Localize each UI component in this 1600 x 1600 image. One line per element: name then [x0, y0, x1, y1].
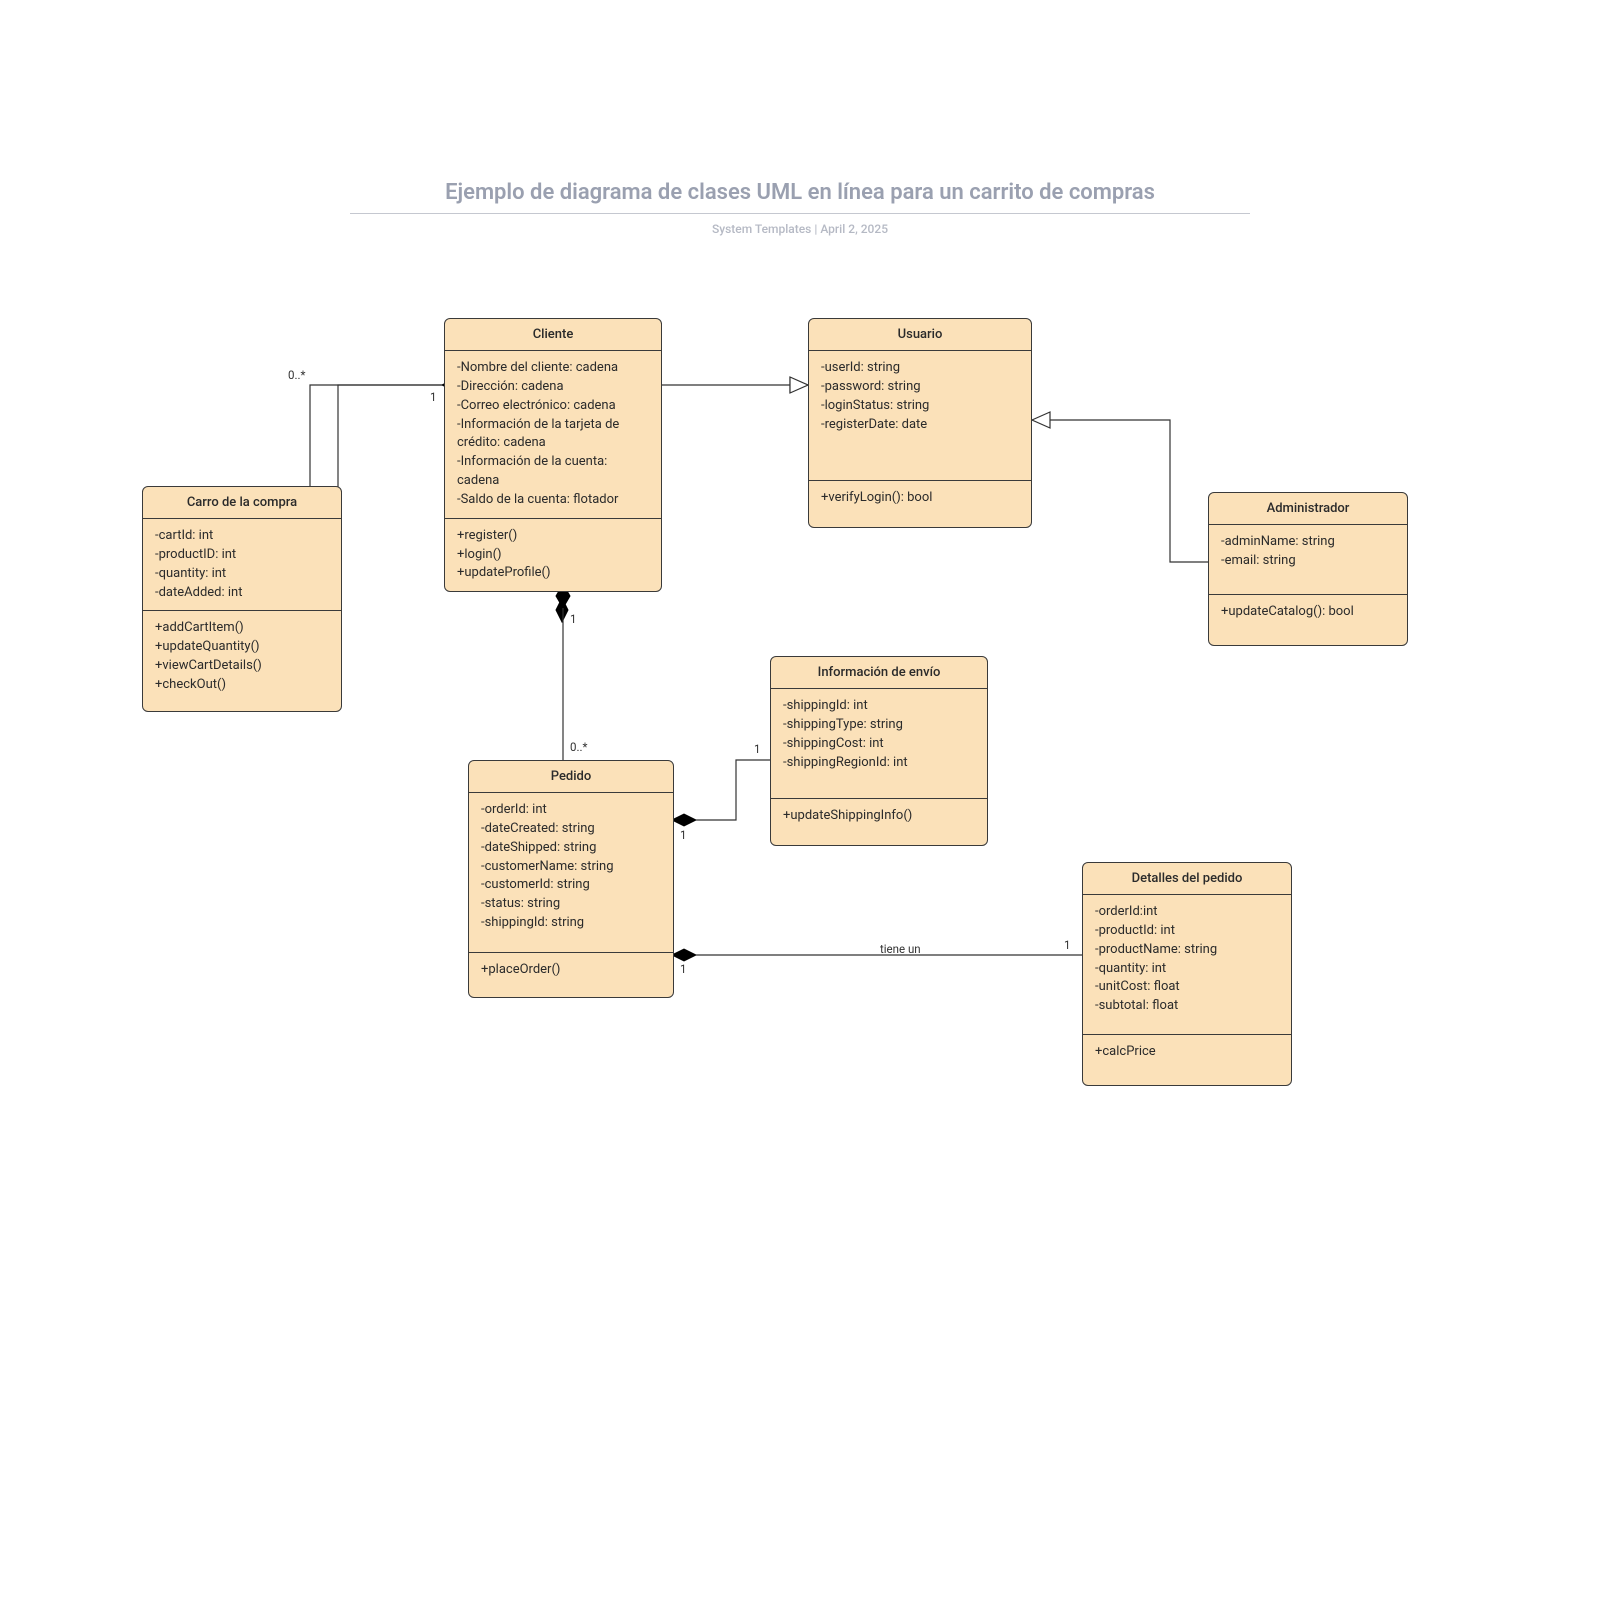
class-methods-usuario: +verifyLogin(): bool — [809, 481, 1031, 527]
class-attrs-admin: -adminName: string -email: string — [1209, 525, 1407, 595]
class-title-cart: Carro de la compra — [143, 487, 341, 519]
class-detalle: Detalles del pedido -orderId:int -produc… — [1082, 862, 1292, 1086]
class-methods-cart: +addCartItem() +updateQuantity() +viewCa… — [143, 611, 341, 711]
label-tiene-un: tiene un — [880, 942, 921, 956]
class-attrs-cliente: -Nombre del cliente: cadena -Dirección: … — [445, 351, 661, 519]
class-shipping: Información de envío -shippingId: int -s… — [770, 656, 988, 846]
class-pedido: Pedido -orderId: int -dateCreated: strin… — [468, 760, 674, 998]
class-title-cliente: Cliente — [445, 319, 661, 351]
label-cliente-cart-side: 1 — [430, 390, 436, 404]
class-title-usuario: Usuario — [809, 319, 1031, 351]
label-det-side: 1 — [1064, 938, 1070, 952]
label-ship-side: 1 — [754, 742, 760, 756]
class-attrs-shipping: -shippingId: int -shippingType: string -… — [771, 689, 987, 799]
class-methods-shipping: +updateShippingInfo() — [771, 799, 987, 845]
class-title-detalle: Detalles del pedido — [1083, 863, 1291, 895]
class-attrs-usuario: -userId: string -password: string -login… — [809, 351, 1031, 481]
class-methods-detalle: +calcPrice — [1083, 1035, 1291, 1085]
label-pedido-ship-side: 1 — [680, 828, 686, 842]
class-attrs-cart: -cartId: int -productID: int -quantity: … — [143, 519, 341, 611]
class-usuario: Usuario -userId: string -password: strin… — [808, 318, 1032, 528]
class-title-admin: Administrador — [1209, 493, 1407, 525]
label-pedido-mult: 0..* — [570, 740, 587, 754]
class-admin: Administrador -adminName: string -email:… — [1208, 492, 1408, 646]
class-attrs-pedido: -orderId: int -dateCreated: string -date… — [469, 793, 673, 953]
class-methods-admin: +updateCatalog(): bool — [1209, 595, 1407, 645]
class-title-shipping: Información de envío — [771, 657, 987, 689]
class-cart: Carro de la compra -cartId: int -product… — [142, 486, 342, 712]
class-title-pedido: Pedido — [469, 761, 673, 793]
diagram-canvas: Cliente -Nombre del cliente: cadena -Dir… — [0, 0, 1600, 1600]
class-methods-cliente: +register() +login() +updateProfile() — [445, 519, 661, 592]
class-attrs-detalle: -orderId:int -productId: int -productNam… — [1083, 895, 1291, 1035]
class-cliente: Cliente -Nombre del cliente: cadena -Dir… — [444, 318, 662, 592]
label-cliente-pedido-side: 1 — [570, 612, 576, 626]
label-cart-mult: 0..* — [288, 368, 305, 382]
label-pedido-det-side: 1 — [680, 962, 686, 976]
class-methods-pedido: +placeOrder() — [469, 953, 673, 997]
